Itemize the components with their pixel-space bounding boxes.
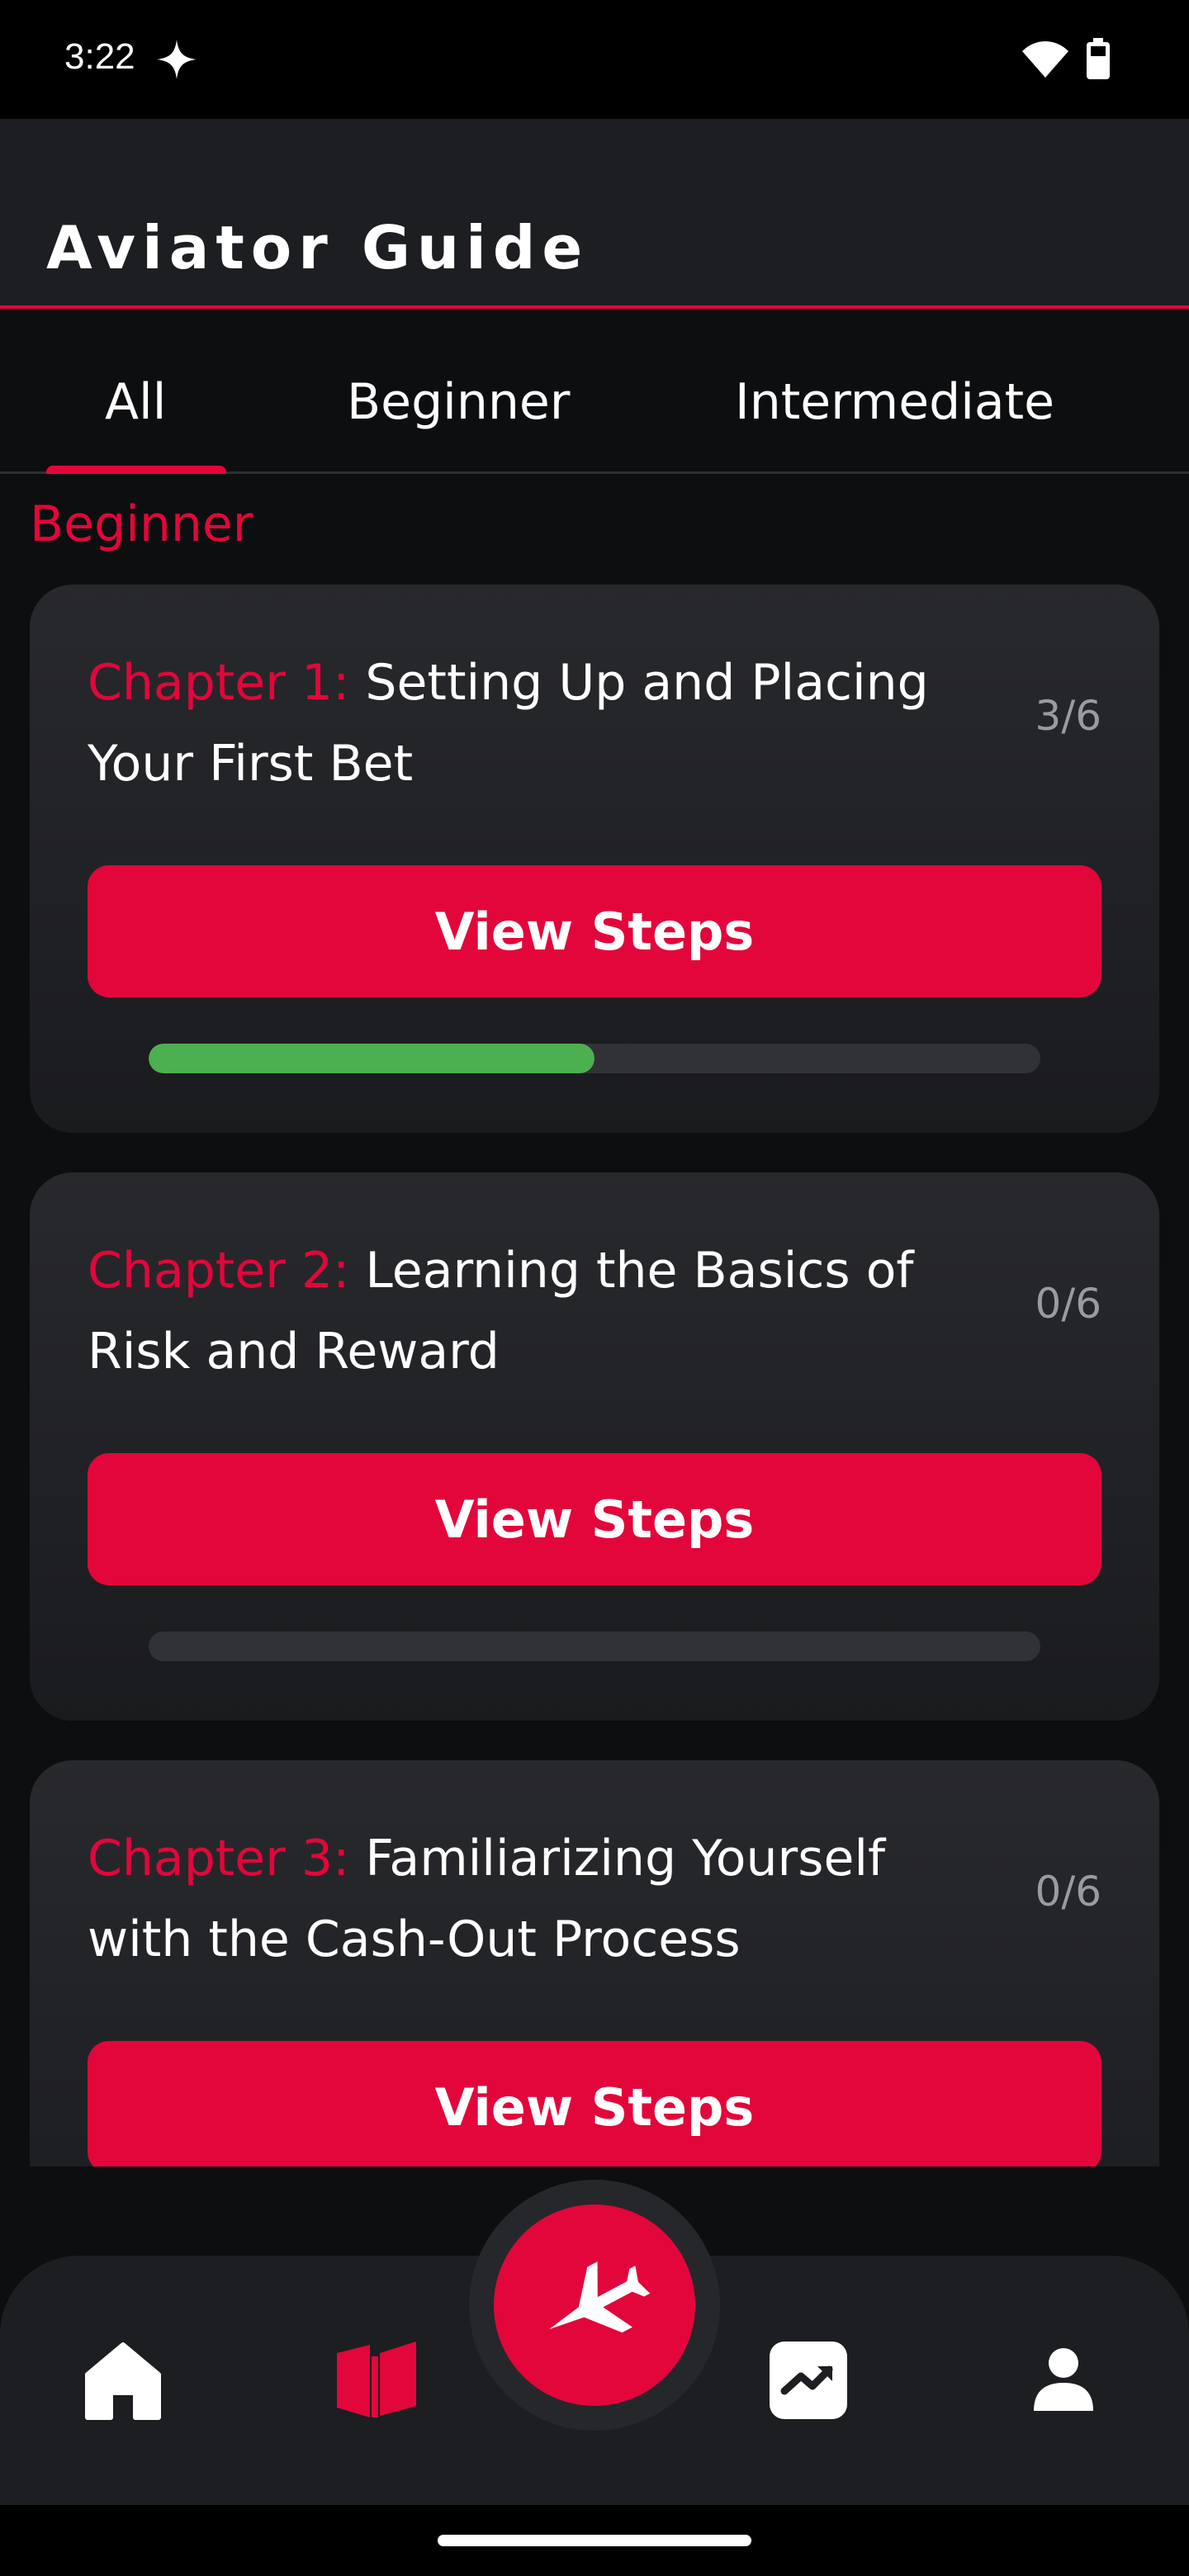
battery-icon (1087, 38, 1110, 79)
wifi-icon (1022, 41, 1068, 78)
progress-bar (149, 1044, 1040, 1073)
app-header: Aviator Guide (0, 119, 1189, 309)
home-icon[interactable] (84, 2342, 162, 2421)
person-icon[interactable] (1032, 2346, 1095, 2413)
section-heading: Beginner (30, 495, 253, 553)
view-steps-button[interactable]: View Steps (88, 2041, 1101, 2166)
chapter-card-3: Chapter 3: Familiarizing Yourself with t… (30, 1760, 1159, 2166)
chapter-card-1: Chapter 1: Setting Up and Placing Your F… (30, 585, 1159, 1133)
chapter-progress-count: 3/6 (1035, 692, 1101, 740)
tab-intermediate[interactable]: Intermediate (735, 373, 1054, 431)
chapter-title: Chapter 2: Learning the Basics of Risk a… (88, 1230, 996, 1392)
status-time: 3:22 (64, 36, 135, 77)
plane-icon (549, 2261, 651, 2333)
chapter-title: Chapter 3: Familiarizing Yourself with t… (88, 1818, 996, 1980)
chapter-number: Chapter 2: (88, 1242, 350, 1300)
home-gesture-bar[interactable] (438, 2535, 751, 2546)
sparkle-icon (157, 40, 197, 79)
category-tabs: All Beginner Intermediate (0, 309, 1189, 474)
tab-beginner[interactable]: Beginner (347, 373, 570, 431)
chapter-progress-count: 0/6 (1035, 1868, 1101, 1915)
play-aviator-button[interactable] (494, 2204, 695, 2406)
progress-bar (149, 1631, 1040, 1661)
chapter-list[interactable]: Chapter 1: Setting Up and Placing Your F… (0, 578, 1189, 2166)
chapter-number: Chapter 1: (88, 654, 350, 712)
view-steps-button[interactable]: View Steps (88, 1453, 1101, 1585)
progress-fill (149, 1044, 594, 1073)
chapter-card-2: Chapter 2: Learning the Basics of Risk a… (30, 1172, 1159, 1721)
chapter-progress-count: 0/6 (1035, 1280, 1101, 1328)
status-bar: 3:22 (0, 0, 1189, 119)
view-steps-button[interactable]: View Steps (88, 865, 1101, 997)
trend-icon[interactable] (768, 2340, 849, 2421)
chapter-number: Chapter 3: (88, 1830, 350, 1887)
chapter-title: Chapter 1: Setting Up and Placing Your F… (88, 642, 996, 804)
app-title: Aviator Guide (46, 213, 590, 282)
tab-all[interactable]: All (105, 373, 166, 431)
book-icon[interactable] (334, 2338, 419, 2421)
app-screen: 3:22 Aviator Guide All Beginner Intermed… (0, 0, 1189, 2576)
tab-indicator (46, 466, 226, 474)
